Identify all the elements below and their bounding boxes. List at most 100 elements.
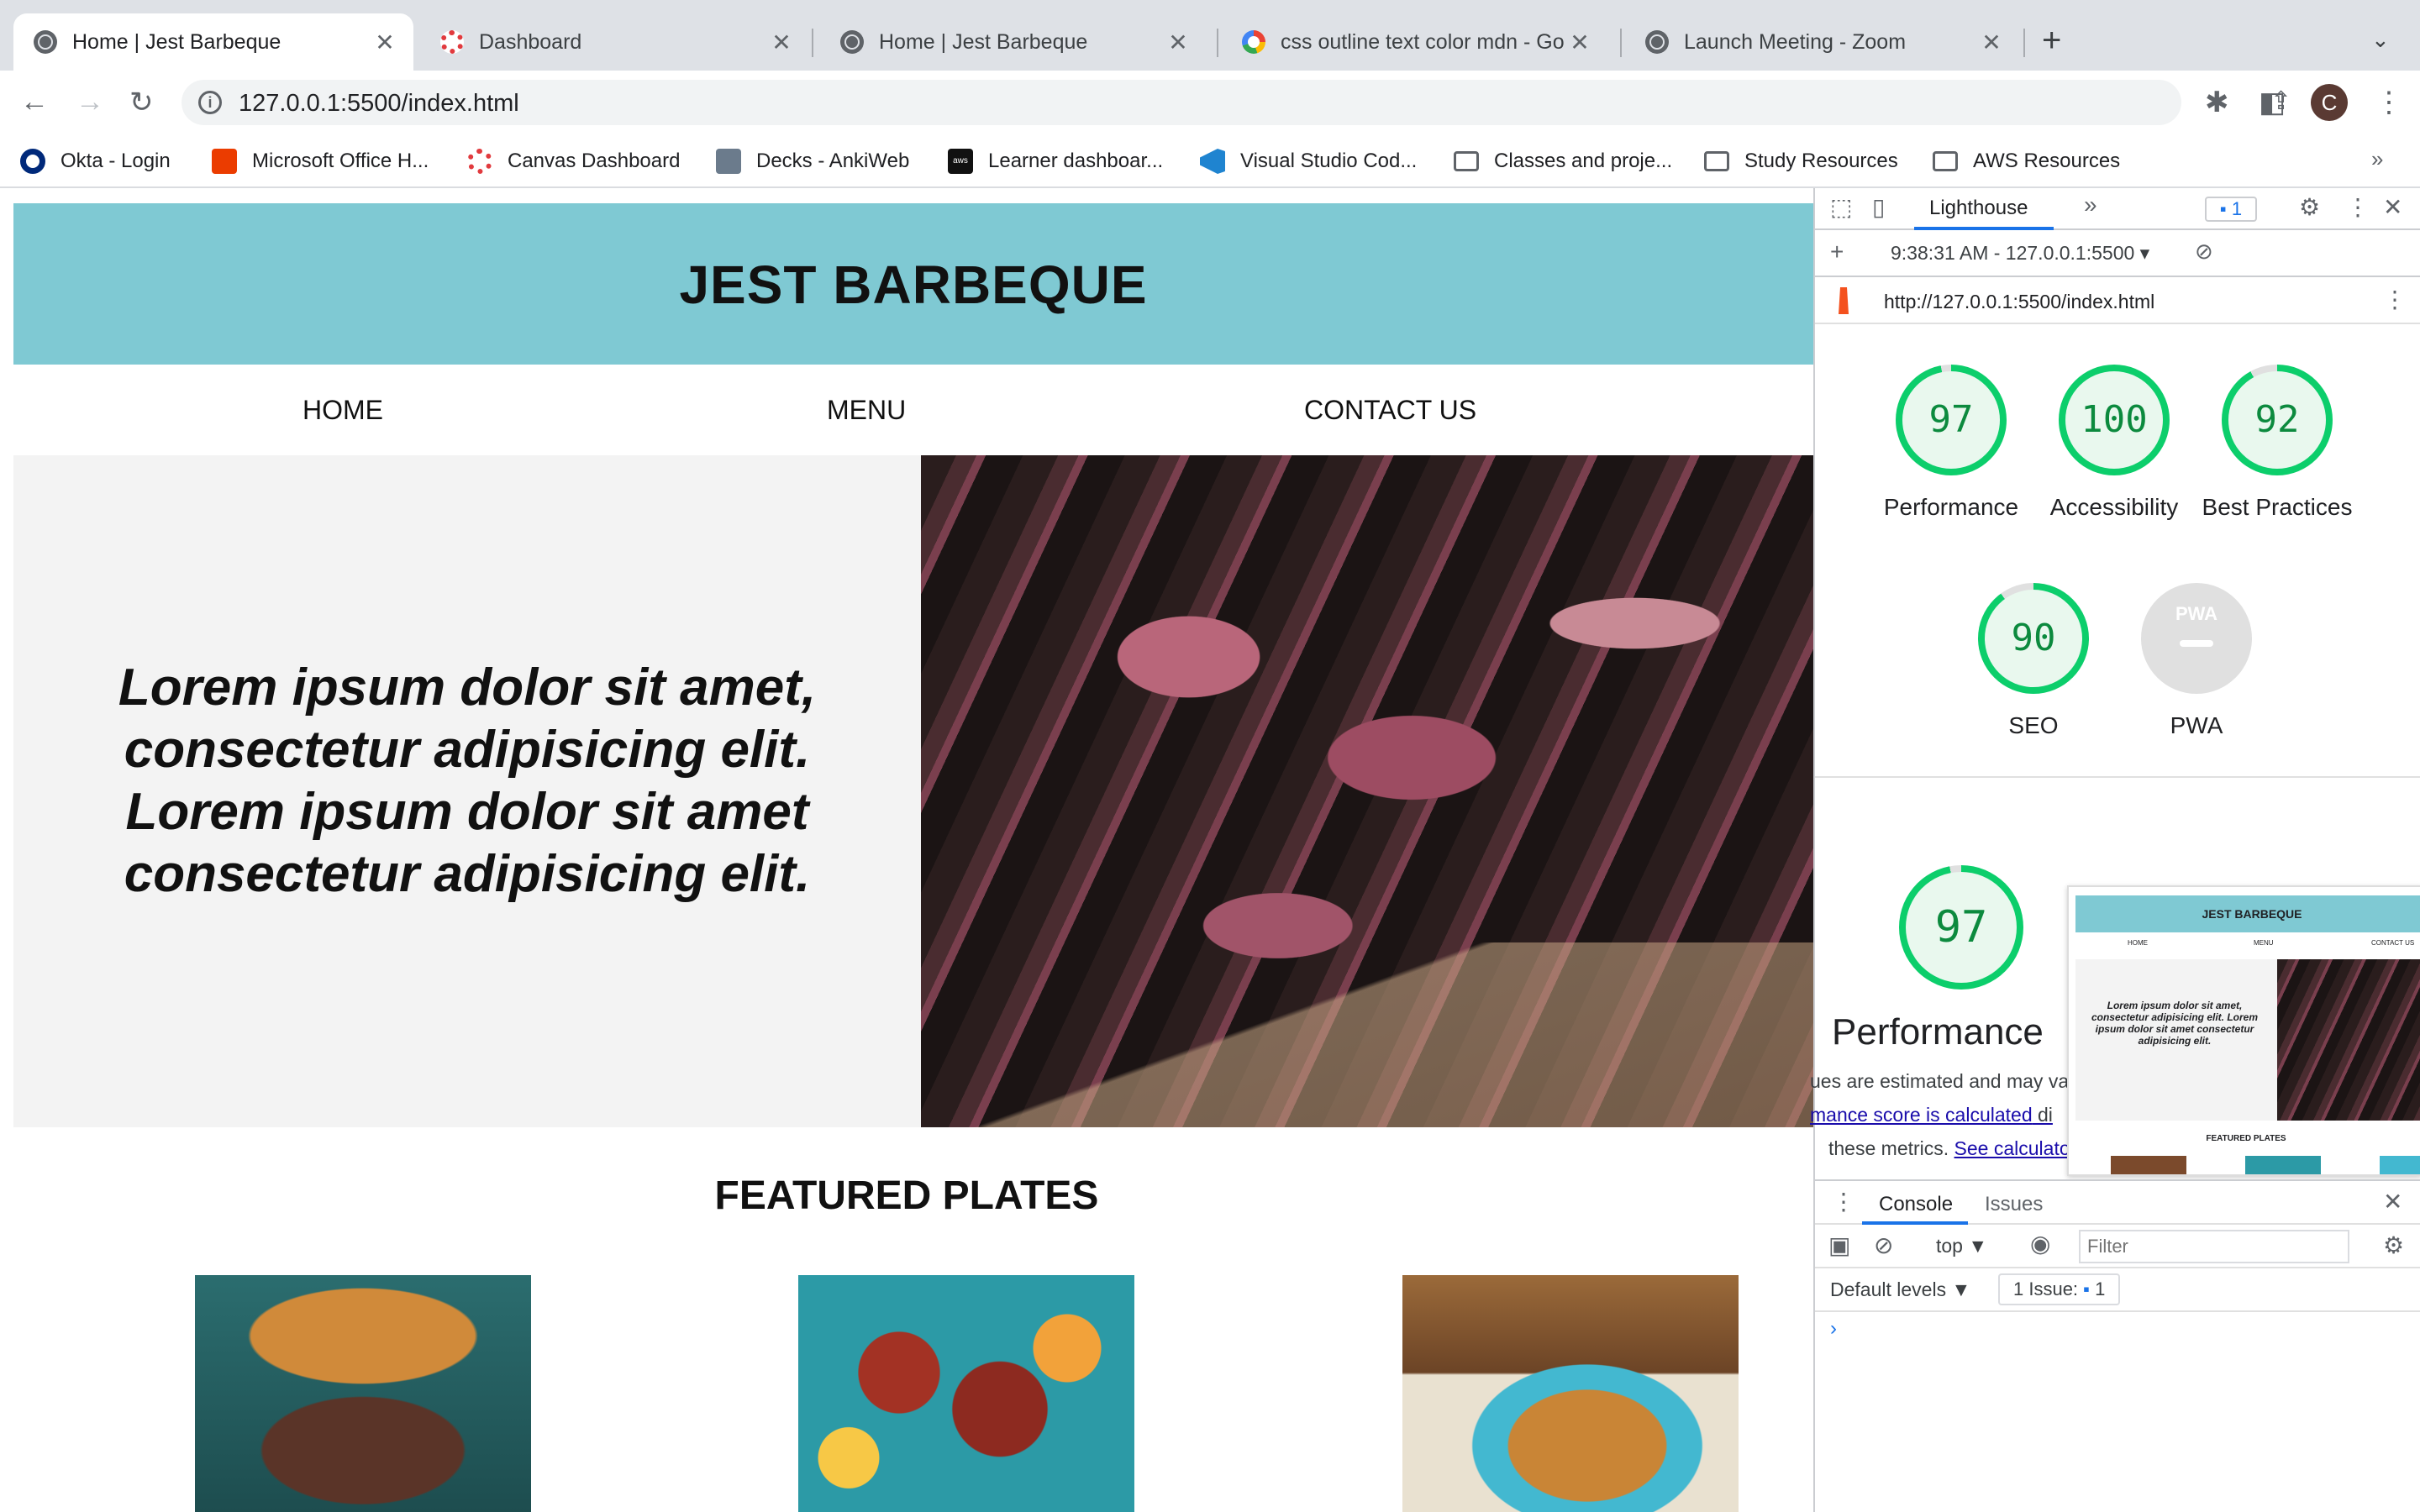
browser-tab[interactable]: css outline text color mdn - Go ✕ (1222, 13, 1608, 71)
tab-console[interactable]: Console (1879, 1193, 1953, 1216)
device-toolbar-icon[interactable]: ▯ (1872, 193, 1885, 221)
browser-tab[interactable]: Home | Jest Barbeque ✕ (820, 13, 1207, 71)
devtools-menu-icon[interactable]: ⋮ (2346, 193, 2370, 221)
issue-counter-label: 1 Issue: (2013, 1278, 2079, 1299)
bookmarks-bar: Okta - Login Microsoft Office H... Canva… (0, 134, 2420, 188)
tab-issues[interactable]: Issues (1985, 1193, 2043, 1216)
score-link-text[interactable]: mance score is calculated (1810, 1104, 2033, 1126)
featured-plate-chicken-image[interactable] (798, 1275, 1134, 1512)
pwa-badge-text: PWA (2175, 603, 2218, 624)
reload-icon[interactable]: ↻ (129, 86, 154, 119)
bookmark-folder-classes[interactable]: Classes and proje... (1454, 146, 1672, 176)
folder-icon (1933, 151, 1958, 171)
close-devtools-icon[interactable]: ✕ (2383, 193, 2402, 221)
performance-score: 97 (1902, 371, 2000, 469)
metrics-note-line: these metrics. See calculato (1828, 1137, 2081, 1160)
bookmark-aws-learner[interactable]: aws Learner dashboar... (948, 146, 1163, 176)
thumb-nav-item: CONTACT US (2371, 939, 2415, 947)
bookmark-label: Decks - AnkiWeb (756, 150, 910, 172)
featured-plate-pasta-image[interactable] (1402, 1275, 1739, 1512)
performance-gauge[interactable]: 97 (1896, 365, 2007, 475)
performance-detail-gauge: 97 (1899, 865, 2023, 990)
devtools-panel: ⬚ ▯ Lighthouse » ▪ 1 ⚙ ⋮ ✕ + 9:38:31 AM … (1810, 188, 2420, 1512)
close-tab-icon[interactable]: ✕ (1166, 29, 1190, 56)
bookmark-vscode[interactable]: Visual Studio Cod... (1200, 146, 1417, 176)
close-tab-icon[interactable]: ✕ (770, 29, 793, 56)
nav-home-link[interactable]: HOME (302, 395, 383, 426)
best-practices-gauge[interactable]: 92 (2222, 365, 2333, 475)
report-menu-icon[interactable]: ⋮ (2383, 286, 2407, 313)
bookmark-office[interactable]: Microsoft Office H... (212, 146, 429, 176)
thumb-hero-image (2277, 959, 2420, 1121)
address-bar[interactable]: i 127.0.0.1:5500/index.html ⇪ ☆ (182, 80, 2344, 125)
see-calculator-link[interactable]: See calculato (1954, 1137, 2070, 1159)
more-tabs-icon[interactable]: » (2084, 192, 2097, 218)
browser-menu-icon[interactable]: ⋮ (2375, 86, 2403, 119)
report-selector[interactable]: 9:38:31 AM - 127.0.0.1:5500 ▾ (1891, 242, 2149, 265)
bookmark-folder-aws[interactable]: AWS Resources (1933, 146, 2120, 176)
divider (1815, 776, 2420, 778)
tab-separator (2023, 29, 2025, 57)
clear-reports-icon[interactable]: ⊘ (2195, 239, 2213, 265)
vscode-icon (1200, 149, 1225, 174)
issue-counter[interactable]: 1 Issue: ▪ 1 (1998, 1273, 2121, 1305)
eye-icon[interactable]: ◉ (2030, 1230, 2050, 1257)
console-prompt[interactable]: › (1830, 1317, 1837, 1341)
performance-detail-score: 97 (1906, 872, 2017, 983)
seo-score: 90 (1985, 590, 2082, 687)
url-text[interactable]: 127.0.0.1:5500/index.html (239, 90, 519, 118)
tab-lighthouse[interactable]: Lighthouse (1929, 197, 2028, 220)
close-drawer-icon[interactable]: ✕ (2383, 1188, 2402, 1215)
bookmark-label: AWS Resources (1973, 150, 2121, 172)
clear-console-icon[interactable]: ⊘ (1874, 1231, 1893, 1259)
inspect-element-icon[interactable]: ⬚ (1830, 193, 1852, 221)
pwa-gauge[interactable]: PWA (2141, 583, 2252, 694)
back-arrow-icon[interactable]: ← (20, 86, 49, 118)
console-filter-input[interactable] (2079, 1230, 2349, 1263)
folder-icon (1704, 151, 1729, 171)
close-tab-icon[interactable]: ✕ (1980, 29, 2003, 56)
browser-tab[interactable]: Home | Jest Barbeque ✕ (13, 13, 413, 71)
settings-gear-icon[interactable]: ⚙ (2299, 193, 2320, 221)
tab-search-icon[interactable]: ⌄ (2371, 27, 2390, 53)
bookmark-folder-study[interactable]: Study Resources (1704, 146, 1898, 176)
close-tab-icon[interactable]: ✕ (373, 29, 397, 56)
issue-icon: ▪ (2083, 1278, 2090, 1299)
context-select[interactable]: top ▼ (1936, 1235, 1987, 1257)
new-tab-icon[interactable]: + (2042, 22, 2061, 60)
thumb-plate-image (2380, 1156, 2420, 1174)
bookmark-label: Classes and proje... (1494, 150, 1673, 172)
close-tab-icon[interactable]: ✕ (1568, 29, 1591, 56)
log-levels-select[interactable]: Default levels ▼ (1830, 1278, 1970, 1301)
nav-menu-link[interactable]: MENU (827, 395, 906, 426)
share-icon[interactable]: ⇪ (2270, 87, 2291, 116)
drawer-menu-icon[interactable]: ⋮ (1832, 1188, 1855, 1215)
bookmark-okta[interactable]: Okta - Login (20, 146, 171, 176)
sidebar-toggle-icon[interactable]: ▣ (1828, 1231, 1850, 1259)
tab-separator (1217, 29, 1218, 57)
issues-badge[interactable]: ▪ 1 (2205, 197, 2257, 222)
add-report-icon[interactable]: + (1830, 239, 1844, 265)
forward-arrow-icon[interactable]: → (76, 86, 104, 118)
console-toolbar: ▣ ⊘ top ▼ ◉ ⚙ (1815, 1225, 2420, 1268)
bookmark-anki[interactable]: Decks - AnkiWeb (716, 146, 909, 176)
profile-avatar[interactable]: C (2311, 84, 2348, 121)
site-info-icon[interactable]: i (198, 91, 222, 114)
score-calculated-link[interactable]: mance score is calculated di (1810, 1104, 2070, 1126)
more-bookmarks-icon[interactable]: » (2371, 146, 2383, 172)
canvas-icon (440, 30, 464, 54)
page-screenshot-thumbnail[interactable]: JEST BARBEQUE HOME MENU CONTACT US Lorem… (2067, 885, 2420, 1176)
bookmark-canvas[interactable]: Canvas Dashboard (467, 146, 680, 176)
nav-contact-link[interactable]: CONTACT US (1304, 395, 1476, 426)
thumb-hero: Lorem ipsum dolor sit amet, consectetur … (2075, 959, 2420, 1121)
accessibility-gauge[interactable]: 100 (2059, 365, 2170, 475)
console-settings-icon[interactable]: ⚙ (2383, 1231, 2404, 1259)
seo-gauge[interactable]: 90 (1978, 583, 2089, 694)
browser-tab[interactable]: Dashboard ✕ (420, 13, 810, 71)
site-title: JEST BARBEQUE (679, 255, 1148, 315)
featured-plate-burger-image[interactable] (195, 1275, 531, 1512)
tab-separator (812, 29, 813, 57)
browser-tab[interactable]: Launch Meeting - Zoom ✕ (1625, 13, 2020, 71)
lighthouse-icon (1839, 287, 1849, 314)
extensions-icon[interactable]: ✱ (2205, 86, 2229, 119)
